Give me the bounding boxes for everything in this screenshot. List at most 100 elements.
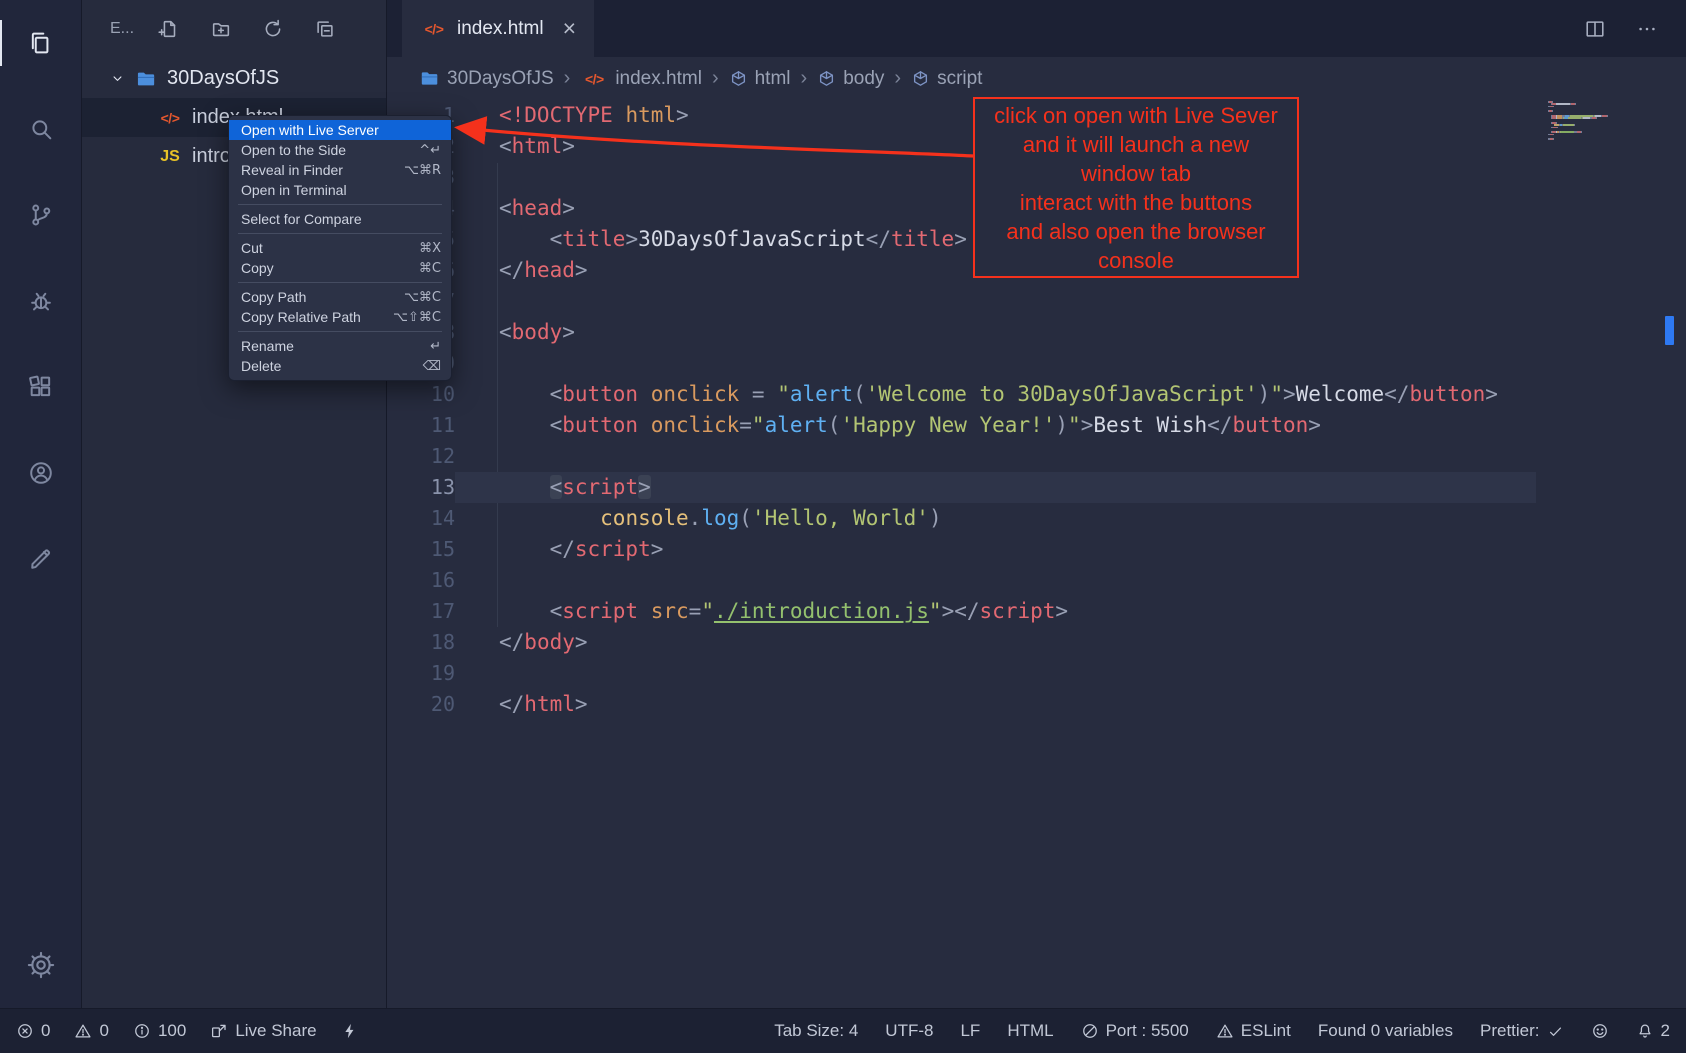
more-icon[interactable] <box>1636 18 1658 40</box>
activity-source-control[interactable] <box>0 172 82 258</box>
menu-item-copy[interactable]: Copy⌘C <box>229 258 451 278</box>
line-number[interactable]: 14 <box>387 503 455 534</box>
menu-item-open-in-terminal[interactable]: Open in Terminal <box>229 180 451 200</box>
line-number[interactable]: 16 <box>387 565 455 596</box>
status-variables[interactable]: Found 0 variables <box>1318 1021 1453 1041</box>
code-line[interactable]: 7 <box>387 286 1686 317</box>
context-menu: Open with Live ServerOpen to the Side^↵R… <box>228 115 452 381</box>
breadcrumb-item-script[interactable]: script <box>911 68 982 90</box>
code-line[interactable]: 19 <box>387 658 1686 689</box>
line-number[interactable]: 20 <box>387 689 455 720</box>
code-token <box>499 475 550 499</box>
menu-item-cut[interactable]: Cut⌘X <box>229 238 451 258</box>
menu-item-copy-path[interactable]: Copy Path⌥⌘C <box>229 287 451 307</box>
menu-item-select-for-compare[interactable]: Select for Compare <box>229 209 451 229</box>
search-icon <box>27 115 55 143</box>
line-number[interactable]: 11 <box>387 410 455 441</box>
code-line[interactable]: 11 <button onclick="alert('Happy New Yea… <box>387 410 1686 441</box>
breadcrumb-item-html[interactable]: html <box>729 68 791 90</box>
scrollbar-marker[interactable] <box>1665 316 1674 345</box>
status-prettier[interactable]: Prettier: <box>1480 1021 1564 1041</box>
code-token: onclick <box>651 413 740 437</box>
code-line[interactable]: 15 </script> <box>387 534 1686 565</box>
code-token: > <box>638 475 651 499</box>
menu-item-reveal-in-finder[interactable]: Reveal in Finder⌥⌘R <box>229 160 451 180</box>
status-info[interactable]: 100 <box>133 1021 186 1041</box>
status-notifications[interactable]: 2 <box>1636 1021 1670 1041</box>
code-line[interactable]: 8<body> <box>387 317 1686 348</box>
code-line[interactable]: 14 console.log('Hello, World') <box>387 503 1686 534</box>
breadcrumb-item-body[interactable]: body <box>817 68 884 90</box>
breadcrumb-item-30daysofjs[interactable]: 30DaysOfJS <box>419 68 554 90</box>
line-number[interactable]: 10 <box>387 379 455 410</box>
code-token: ( <box>828 413 841 437</box>
line-number[interactable]: 15 <box>387 534 455 565</box>
activity-account[interactable] <box>0 430 82 516</box>
new-file-icon[interactable] <box>158 18 180 40</box>
menu-item-shortcut: ⌫ <box>423 359 441 374</box>
code-line[interactable]: 17 <script src="./introduction.js"></scr… <box>387 596 1686 627</box>
line-number[interactable]: 12 <box>387 441 455 472</box>
breadcrumb-item-index-html[interactable]: </>index.html <box>580 68 702 90</box>
code-line[interactable]: 20</html> <box>387 689 1686 720</box>
code-token: button <box>1232 413 1308 437</box>
menu-item-delete[interactable]: Delete⌫ <box>229 356 451 376</box>
status-feedback[interactable] <box>1591 1022 1609 1040</box>
activity-search[interactable] <box>0 86 82 172</box>
code-token: <!DOCTYPE <box>499 103 613 127</box>
menu-item-label: Open in Terminal <box>241 182 441 198</box>
new-folder-icon[interactable] <box>210 18 232 40</box>
minimap[interactable] <box>1548 100 1660 141</box>
status-live-share[interactable]: Live Share <box>210 1021 316 1041</box>
status-port[interactable]: Port : 5500 <box>1081 1021 1189 1041</box>
line-number[interactable]: 18 <box>387 627 455 658</box>
code-line[interactable]: 9 <box>387 348 1686 379</box>
menu-item-rename[interactable]: Rename↵ <box>229 336 451 356</box>
line-number[interactable]: 17 <box>387 596 455 627</box>
status-errors[interactable]: 0 <box>16 1021 50 1041</box>
line-number[interactable]: 13 <box>387 472 455 503</box>
code-token: > <box>562 134 575 158</box>
activity-debug[interactable] <box>0 258 82 344</box>
refresh-icon[interactable] <box>262 18 284 40</box>
code-line[interactable]: 13 <script> <box>387 472 1686 503</box>
menu-item-open-to-the-side[interactable]: Open to the Side^↵ <box>229 140 451 160</box>
close-icon[interactable]: × <box>563 17 576 40</box>
breadcrumb-label: html <box>755 68 791 90</box>
activity-pen[interactable] <box>0 516 82 602</box>
line-number[interactable]: 19 <box>387 658 455 689</box>
code-line[interactable]: 18</body> <box>387 627 1686 658</box>
status-eslint[interactable]: ESLint <box>1216 1021 1291 1041</box>
activity-extensions[interactable] <box>0 344 82 430</box>
code-token: = <box>739 382 777 406</box>
extensions-icon <box>27 373 55 401</box>
menu-item-open-with-live-server[interactable]: Open with Live Server <box>229 120 451 140</box>
code-line[interactable]: 10 <button onclick = "alert('Welcome to … <box>387 379 1686 410</box>
code-token: console <box>600 506 689 530</box>
tab-index-html[interactable]: </> index.html × <box>402 0 594 57</box>
menu-separator <box>238 204 442 205</box>
tree-root-30daysofjs[interactable]: 30DaysOfJS <box>82 59 386 98</box>
split-editor-icon[interactable] <box>1584 18 1606 40</box>
status-tab-size[interactable]: Tab Size: 4 <box>774 1021 858 1041</box>
annotation-line: click on open with Live Sever <box>975 101 1297 130</box>
code-token: html <box>524 692 575 716</box>
code-token: head <box>524 258 575 282</box>
vscode-window: E... 30DaysOfJS</>index.htmlJSintroducti… <box>0 0 1686 1053</box>
code-token: onclick <box>651 382 740 406</box>
code-line[interactable]: 16 <box>387 565 1686 596</box>
status-warnings[interactable]: 0 <box>74 1021 108 1041</box>
activity-settings-gear[interactable] <box>0 922 82 1008</box>
activity-files[interactable] <box>0 0 82 86</box>
code-token: " <box>1270 382 1283 406</box>
code-token: 'Hello, World' <box>752 506 929 530</box>
collapse-all-icon[interactable] <box>314 18 336 40</box>
status-bolt[interactable] <box>341 1022 359 1040</box>
status-encoding[interactable]: UTF-8 <box>885 1021 933 1041</box>
code-line[interactable]: 12 <box>387 441 1686 472</box>
status-language[interactable]: HTML <box>1007 1021 1053 1041</box>
status-eol[interactable]: LF <box>960 1021 980 1041</box>
status-label: HTML <box>1007 1021 1053 1041</box>
menu-item-copy-relative-path[interactable]: Copy Relative Path⌥⇧⌘C <box>229 307 451 327</box>
code-token: title <box>562 227 625 251</box>
